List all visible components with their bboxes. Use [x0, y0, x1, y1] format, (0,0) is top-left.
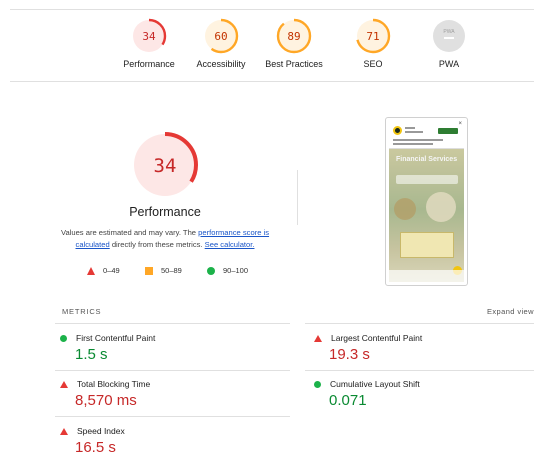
- fail-triangle-icon: [314, 334, 322, 342]
- metrics-header: METRICS: [62, 307, 102, 316]
- gauge-label: Best Practices: [265, 59, 323, 69]
- metric-largest-contentful-paint: Largest Contentful Paint 19.3 s: [314, 333, 534, 363]
- metric-divider: [305, 370, 534, 371]
- performance-title: Performance: [129, 205, 201, 219]
- performance-score-ring: 34: [131, 18, 167, 54]
- pwa-badge-text: PWA: [443, 29, 455, 35]
- gauge-pwa[interactable]: PWA PWA: [404, 18, 494, 69]
- legend-pass-label: 90–100: [223, 266, 249, 275]
- section-divider: [10, 81, 534, 82]
- top-divider: [10, 9, 534, 10]
- legend-average-label: 50–89: [161, 266, 182, 275]
- gauge-score: 89: [287, 30, 300, 43]
- screenshot-image: [394, 198, 416, 220]
- screenshot-footer: [389, 270, 464, 282]
- best-practices-score-ring: 89: [276, 18, 312, 54]
- gauge-label: PWA: [438, 59, 460, 69]
- screenshot-hero-text: Financial Services: [396, 156, 458, 163]
- screenshot-field: [396, 175, 458, 184]
- metric-value: 0.071: [329, 392, 367, 409]
- fail-triangle-icon: [60, 380, 68, 388]
- legend-average: 50–89: [145, 266, 182, 275]
- pwa-icon: PWA: [433, 20, 465, 52]
- metric-value: 8,570 ms: [75, 392, 137, 409]
- average-square-icon: [145, 266, 153, 275]
- legend-fail: 0–49: [87, 266, 120, 275]
- legend-pass: 90–100: [207, 266, 248, 275]
- performance-big-gauge: 34: [132, 132, 198, 198]
- vertical-divider: [297, 170, 298, 225]
- metric-total-blocking-time: Total Blocking Time 8,570 ms: [60, 379, 290, 409]
- performance-big-score: 34: [154, 155, 177, 177]
- note-text: Values are estimated and may vary. The: [60, 228, 199, 237]
- gauge-score: 34: [142, 30, 156, 43]
- screenshot-image: [426, 192, 456, 222]
- note-text: directly from these metrics.: [109, 240, 205, 249]
- metric-value: 16.5 s: [75, 439, 116, 456]
- metric-name: First Contentful Paint: [76, 333, 156, 343]
- metric-cumulative-layout-shift: Cumulative Layout Shift 0.071: [314, 379, 534, 409]
- seo-score-ring: 71: [355, 18, 391, 54]
- close-icon: ×: [458, 121, 462, 127]
- gauge-best-practices[interactable]: 89 Best Practices: [249, 18, 339, 69]
- metric-name: Total Blocking Time: [77, 379, 151, 389]
- gauge-score: 71: [366, 30, 379, 43]
- fail-triangle-icon: [60, 427, 68, 435]
- metric-value: 1.5 s: [75, 346, 108, 363]
- pass-circle-icon: [60, 334, 67, 342]
- metric-divider: [305, 323, 534, 324]
- app-logo-icon: [393, 126, 402, 135]
- see-calculator-link[interactable]: See calculator.: [205, 240, 255, 249]
- metric-divider: [55, 323, 290, 324]
- expand-view-toggle[interactable]: Expand view: [487, 307, 534, 316]
- accessibility-score-ring: 60: [203, 18, 239, 54]
- screenshot-popup: ×: [389, 121, 464, 149]
- pass-circle-icon: [207, 266, 215, 275]
- screenshot-card: [400, 232, 454, 258]
- popup-button: [438, 128, 458, 134]
- gauge-score: 60: [214, 30, 227, 43]
- category-gauges: 34 Performance 60 Accessibility 89 Best …: [0, 18, 534, 78]
- metric-name: Speed Index: [77, 426, 125, 436]
- metric-name: Largest Contentful Paint: [331, 333, 423, 343]
- performance-note: Values are estimated and may vary. The p…: [55, 227, 275, 251]
- fail-triangle-icon: [87, 266, 95, 275]
- final-screenshot[interactable]: × Financial Services: [385, 117, 468, 286]
- metric-name: Cumulative Layout Shift: [330, 379, 420, 389]
- metric-value: 19.3 s: [329, 346, 370, 363]
- metric-first-contentful-paint: First Contentful Paint 1.5 s: [60, 333, 290, 363]
- metric-divider: [55, 416, 290, 417]
- metric-speed-index: Speed Index 16.5 s: [60, 426, 290, 456]
- score-legend: 0–49 50–89 90–100: [0, 266, 330, 278]
- pass-circle-icon: [314, 380, 321, 388]
- metric-divider: [55, 370, 290, 371]
- legend-fail-label: 0–49: [103, 266, 120, 275]
